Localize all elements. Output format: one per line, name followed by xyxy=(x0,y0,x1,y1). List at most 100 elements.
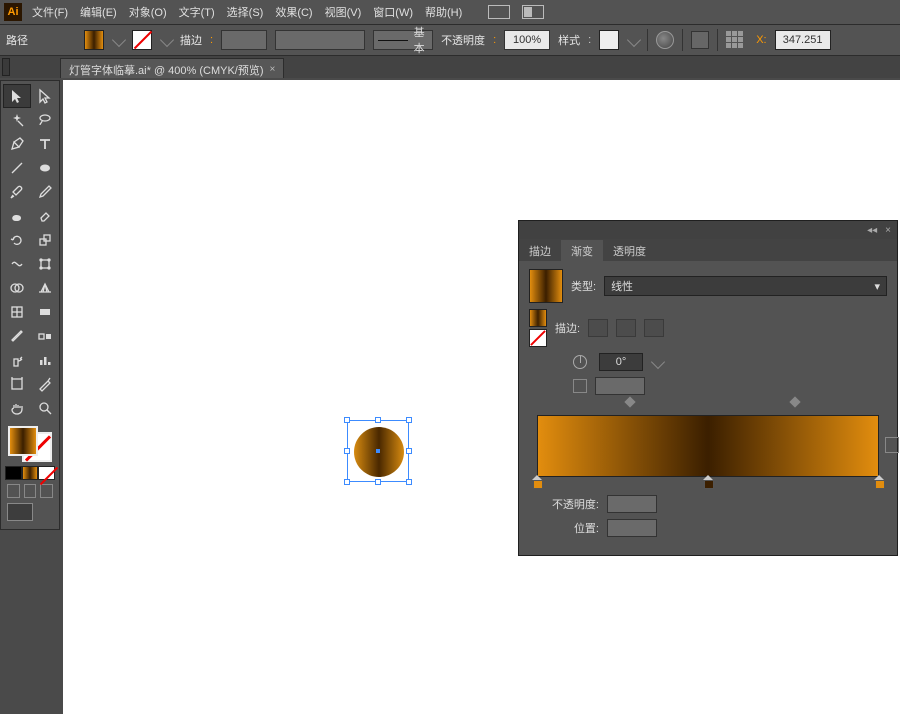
center-point-icon[interactable] xyxy=(376,449,380,453)
slice-tool[interactable] xyxy=(31,372,59,396)
aspect-ratio-field[interactable] xyxy=(595,377,645,395)
tab-gradient[interactable]: 渐变 xyxy=(561,240,603,261)
resize-handle[interactable] xyxy=(375,417,381,423)
lasso-tool[interactable] xyxy=(31,108,59,132)
scale-tool[interactable] xyxy=(31,228,59,252)
none-mode-btn[interactable] xyxy=(38,466,55,480)
fill-dropdown-icon[interactable] xyxy=(112,33,126,47)
gradient-midpoint-track[interactable] xyxy=(543,401,873,409)
panel-titlebar[interactable]: ◂◂ × xyxy=(519,221,897,239)
selection-bounding-box[interactable] xyxy=(347,420,409,482)
menu-window[interactable]: 窗口(W) xyxy=(373,4,413,20)
doc-tabstrip-handle[interactable] xyxy=(2,58,10,76)
stop-location-field[interactable] xyxy=(607,519,657,537)
paintbrush-tool[interactable] xyxy=(3,180,31,204)
free-transform-tool[interactable] xyxy=(31,252,59,276)
blob-brush-tool[interactable] xyxy=(3,204,31,228)
perspective-grid-tool[interactable] xyxy=(31,276,59,300)
graphic-style-swatch[interactable] xyxy=(599,30,619,50)
fill-swatch[interactable] xyxy=(84,30,104,50)
aspect-ratio-icon[interactable] xyxy=(573,379,587,393)
gradient-type-dropdown[interactable]: 线性 ▾ xyxy=(604,276,887,296)
gradient-tool[interactable] xyxy=(31,300,59,324)
menu-edit[interactable]: 编辑(E) xyxy=(80,4,117,20)
stop-opacity-field[interactable] xyxy=(607,495,657,513)
midpoint-diamond-icon[interactable] xyxy=(789,396,800,407)
gradient-ramp[interactable] xyxy=(537,415,879,477)
bridge-icon[interactable] xyxy=(488,5,510,19)
zoom-tool[interactable] xyxy=(31,396,59,420)
fill-stroke-indicator[interactable] xyxy=(8,426,52,462)
stroke-swatch[interactable] xyxy=(132,30,152,50)
eraser-tool[interactable] xyxy=(31,204,59,228)
gradient-stroke-swatch[interactable] xyxy=(529,329,547,347)
midpoint-diamond-icon[interactable] xyxy=(624,396,635,407)
brush-definition[interactable]: 基本 xyxy=(373,30,433,50)
hand-tool[interactable] xyxy=(3,396,31,420)
gradient-fill-swatch[interactable] xyxy=(529,309,547,327)
color-stop[interactable] xyxy=(874,475,884,487)
resize-handle[interactable] xyxy=(375,479,381,485)
color-stop[interactable] xyxy=(532,475,542,487)
stroke-within-icon[interactable] xyxy=(588,319,608,337)
menu-help[interactable]: 帮助(H) xyxy=(425,4,462,20)
opacity-field[interactable]: 100% xyxy=(504,30,550,50)
draw-inside-icon[interactable] xyxy=(40,484,53,498)
magic-wand-tool[interactable] xyxy=(3,108,31,132)
close-icon[interactable]: × xyxy=(270,64,276,75)
eyedropper-tool[interactable] xyxy=(3,324,31,348)
transform-icon[interactable] xyxy=(726,31,744,49)
gradient-mode-btn[interactable] xyxy=(22,466,39,480)
color-stop[interactable] xyxy=(703,475,713,487)
stroke-weight-field[interactable] xyxy=(221,30,267,50)
angle-dropdown-icon[interactable] xyxy=(651,355,665,369)
recolor-artwork-icon[interactable] xyxy=(656,31,674,49)
menu-file[interactable]: 文件(F) xyxy=(32,4,68,20)
opacity-label[interactable]: 不透明度 xyxy=(441,32,485,48)
stroke-dropdown-icon[interactable] xyxy=(160,33,174,47)
stroke-along-icon[interactable] xyxy=(616,319,636,337)
style-dropdown-icon[interactable] xyxy=(627,33,641,47)
resize-handle[interactable] xyxy=(406,417,412,423)
menu-effect[interactable]: 效果(C) xyxy=(275,4,312,20)
rotate-tool[interactable] xyxy=(3,228,31,252)
width-tool[interactable] xyxy=(3,252,31,276)
column-graph-tool[interactable] xyxy=(31,348,59,372)
x-coord-field[interactable]: 347.251 xyxy=(775,30,831,50)
color-mode-btn[interactable] xyxy=(5,466,22,480)
stroke-label[interactable]: 描边 xyxy=(180,32,202,48)
resize-handle[interactable] xyxy=(344,479,350,485)
delete-stop-icon[interactable] xyxy=(885,437,899,453)
draw-normal-icon[interactable] xyxy=(7,484,20,498)
selection-tool[interactable] xyxy=(3,84,31,108)
blend-tool[interactable] xyxy=(31,324,59,348)
type-tool[interactable] xyxy=(31,132,59,156)
shape-builder-tool[interactable] xyxy=(3,276,31,300)
tab-transparency[interactable]: 透明度 xyxy=(603,240,656,261)
pencil-tool[interactable] xyxy=(31,180,59,204)
screen-mode-btn[interactable] xyxy=(7,503,33,521)
tab-stroke[interactable]: 描边 xyxy=(519,240,561,261)
direct-selection-tool[interactable] xyxy=(31,84,59,108)
resize-handle[interactable] xyxy=(406,448,412,454)
pen-tool[interactable] xyxy=(3,132,31,156)
line-tool[interactable] xyxy=(3,156,31,180)
ellipse-tool[interactable] xyxy=(31,156,59,180)
resize-handle[interactable] xyxy=(406,479,412,485)
align-icon[interactable] xyxy=(691,31,709,49)
variable-width-profile[interactable] xyxy=(275,30,365,50)
menu-type[interactable]: 文字(T) xyxy=(179,4,215,20)
resize-handle[interactable] xyxy=(344,448,350,454)
menu-view[interactable]: 视图(V) xyxy=(325,4,362,20)
arrange-docs-icon[interactable] xyxy=(522,5,544,19)
gradient-preview-swatch[interactable] xyxy=(529,269,563,303)
draw-behind-icon[interactable] xyxy=(24,484,37,498)
panel-close-icon[interactable]: × xyxy=(885,225,891,236)
resize-handle[interactable] xyxy=(344,417,350,423)
document-tab[interactable]: 灯管字体临摹.ai* @ 400% (CMYK/预览) × xyxy=(60,58,284,78)
stroke-across-icon[interactable] xyxy=(644,319,664,337)
panel-collapse-icon[interactable]: ◂◂ xyxy=(867,225,877,236)
artboard-tool[interactable] xyxy=(3,372,31,396)
angle-field[interactable]: 0° xyxy=(599,353,643,371)
fill-color-box[interactable] xyxy=(8,426,38,456)
